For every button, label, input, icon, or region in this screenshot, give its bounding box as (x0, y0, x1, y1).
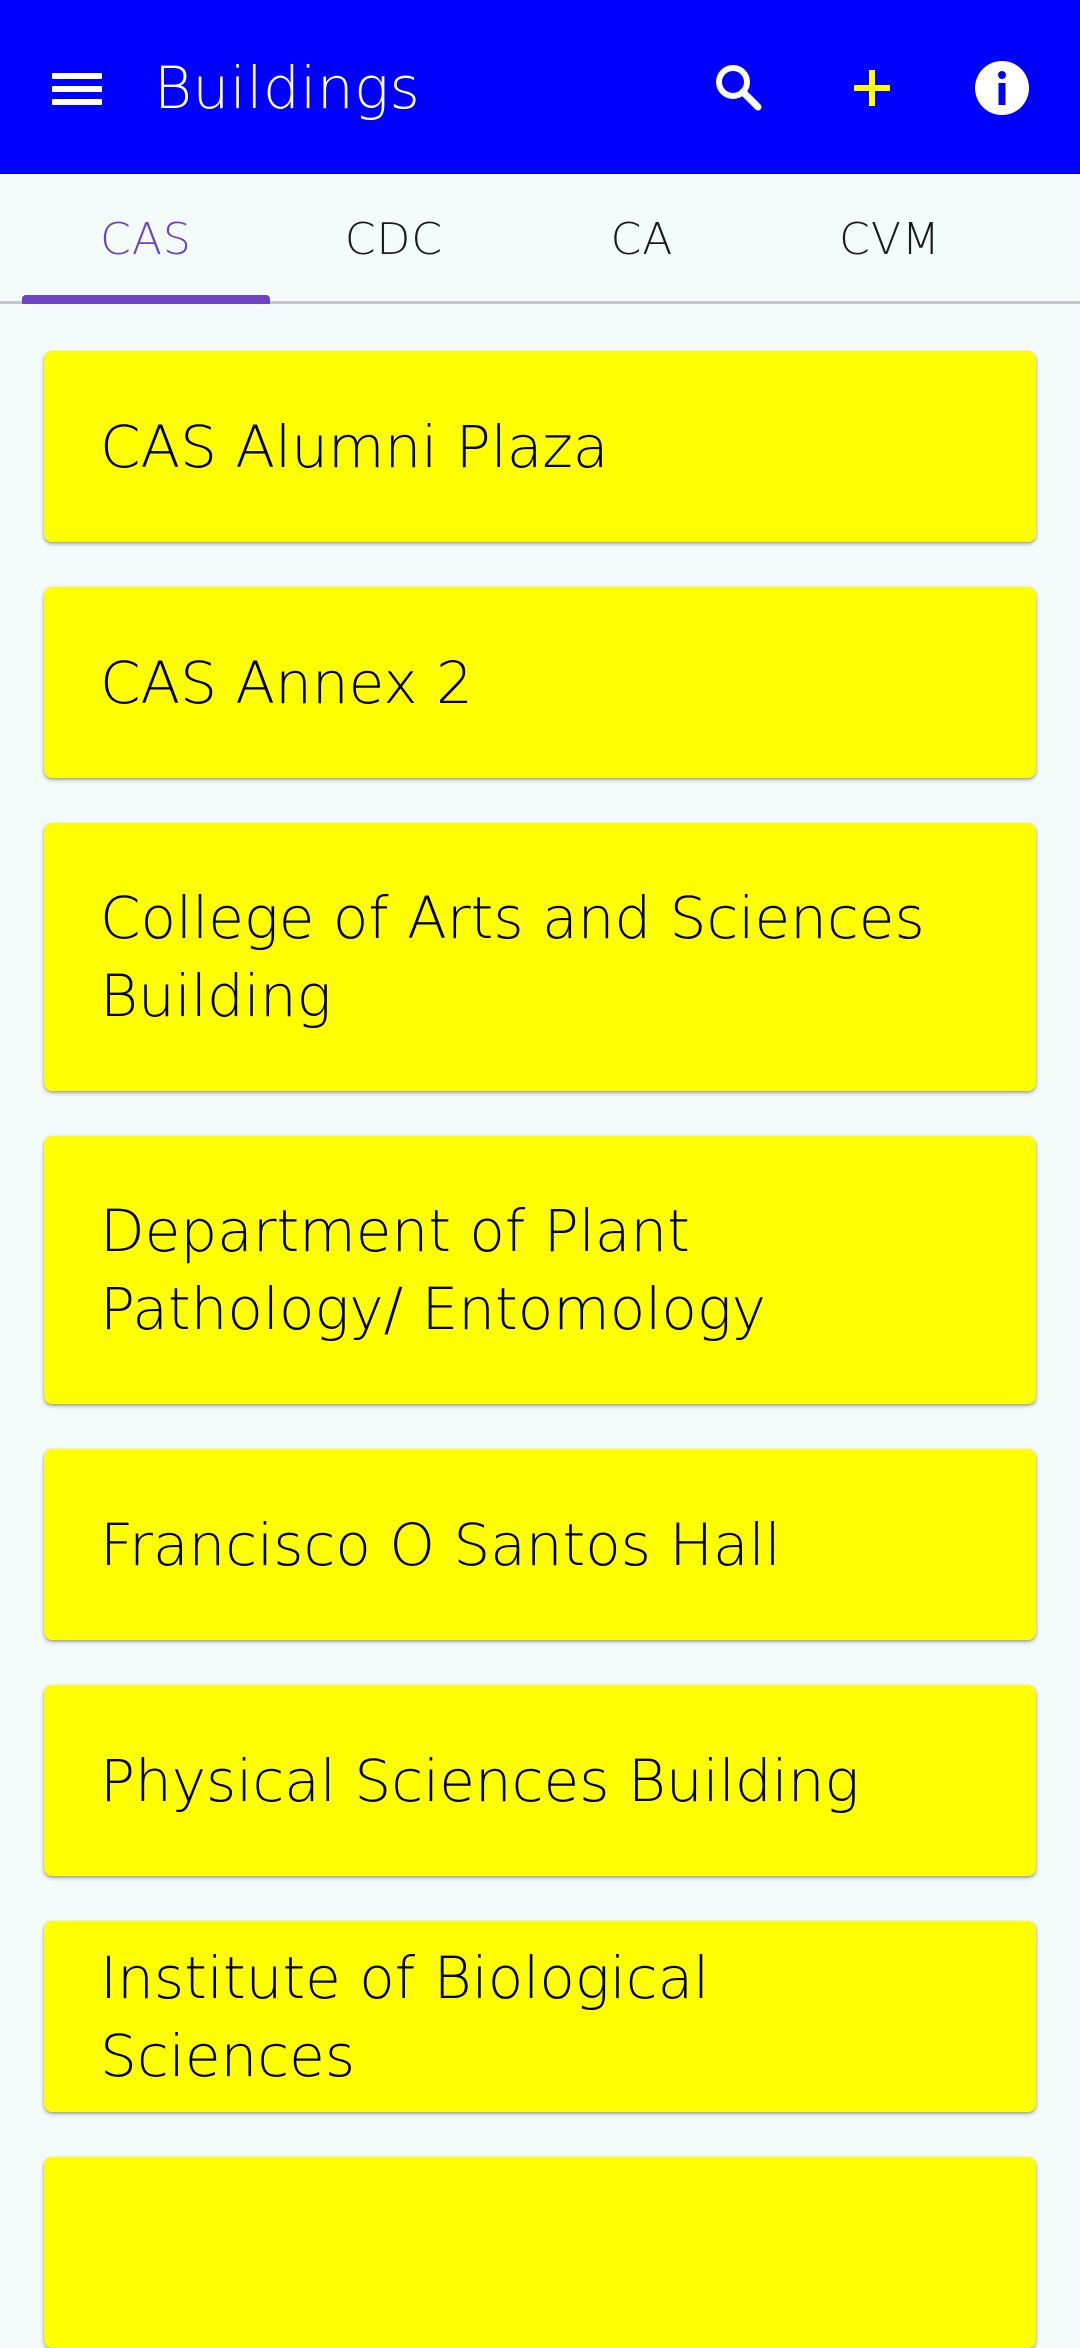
building-name: CAS Annex 2 (100, 648, 473, 717)
building-card[interactable]: College of Arts and Sciences Building (44, 823, 1036, 1091)
building-card[interactable]: Francisco O Santos Hall (44, 1449, 1036, 1640)
info-icon[interactable] (964, 50, 1040, 126)
building-name: Physical Sciences Building (100, 1746, 860, 1815)
menu-icon[interactable] (44, 55, 110, 121)
tab-ca[interactable]: CA (518, 174, 766, 304)
building-name: Institute of Biological Sciences (100, 1943, 710, 2090)
building-card[interactable]: Department of Plant Pathology/ Entomolog… (44, 1136, 1036, 1404)
search-icon[interactable] (700, 50, 776, 126)
building-card[interactable] (44, 2157, 1036, 2348)
app-bar: Buildings (0, 0, 1080, 174)
building-name: College of Arts and Sciences Building (100, 884, 925, 1030)
building-card[interactable]: CAS Alumni Plaza (44, 351, 1036, 542)
tab-cdc[interactable]: CDC (270, 174, 518, 304)
add-icon[interactable] (834, 50, 910, 126)
tab-cas[interactable]: CAS (22, 174, 270, 304)
tab-cvm[interactable]: CVM (766, 174, 1014, 304)
building-card[interactable]: CAS Annex 2 (44, 587, 1036, 778)
active-tab-indicator (22, 295, 270, 304)
building-name: Francisco O Santos Hall (100, 1510, 781, 1579)
building-list: CAS Alumni Plaza CAS Annex 2 College of … (44, 351, 1036, 2348)
tab-bar: CAS CDC CA CVM (0, 174, 1080, 304)
page-title: Buildings (154, 54, 421, 122)
building-name: CAS Alumni Plaza (100, 412, 609, 481)
building-card[interactable]: Physical Sciences Building (44, 1685, 1036, 1876)
building-card[interactable]: Institute of Biological Sciences (44, 1921, 1036, 2112)
building-name: Department of Plant Pathology/ Entomolog… (100, 1197, 766, 1343)
